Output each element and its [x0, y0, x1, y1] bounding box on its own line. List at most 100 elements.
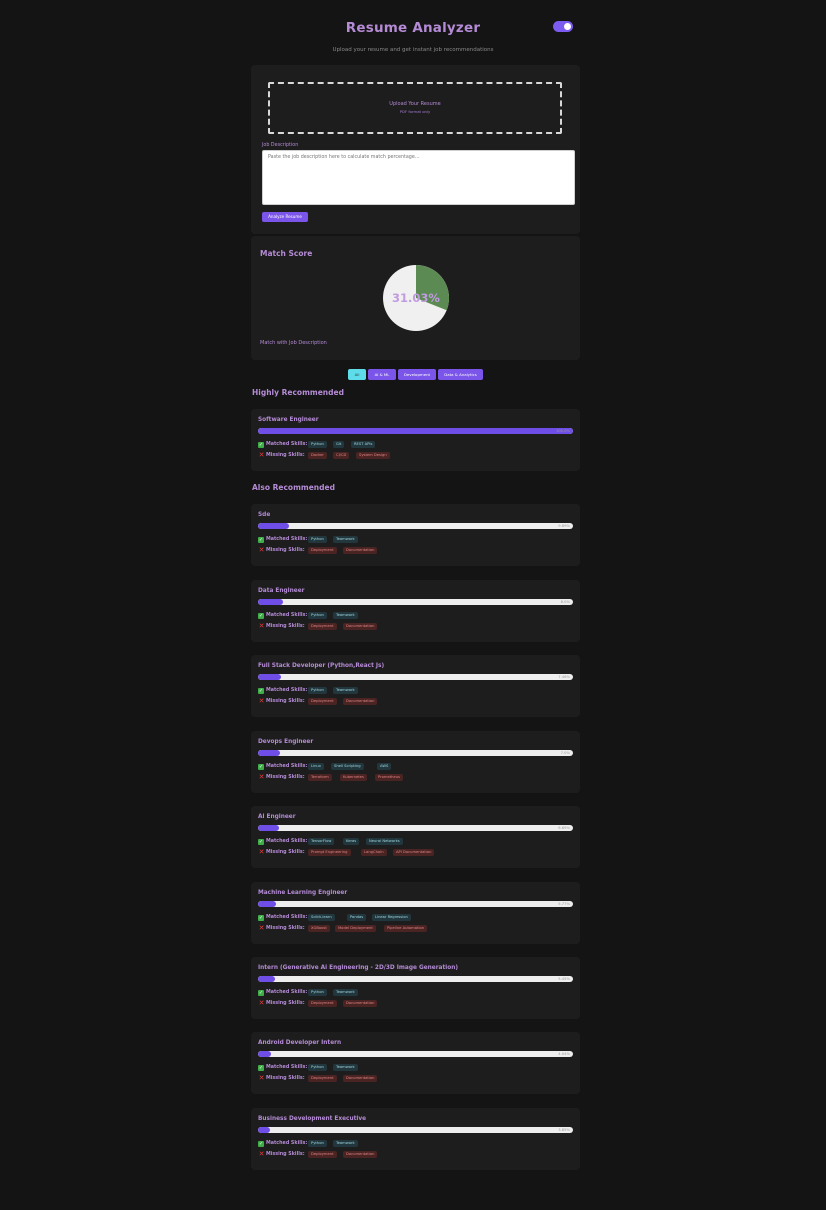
- skill-tag: Documentation: [343, 623, 378, 630]
- check-icon: ✓: [258, 990, 264, 996]
- match-progress-bar: 7.46%: [258, 674, 573, 680]
- check-icon: ✓: [258, 1141, 264, 1147]
- skill-tag: Python: [308, 536, 327, 543]
- app-title: Resume Analyzer: [345, 20, 481, 36]
- filter-development-button[interactable]: Development: [398, 369, 436, 380]
- app-subtitle: Upload your resume and get instant job r…: [332, 47, 494, 53]
- theme-toggle[interactable]: [553, 21, 573, 32]
- cross-icon: ✕: [258, 451, 265, 459]
- cross-icon: ✕: [258, 1074, 265, 1082]
- skill-tag: CI/CD: [333, 452, 350, 459]
- job-card: Machine Learning Engineer 5.77% ✓ Matched S…: [251, 882, 580, 944]
- filter-ai-ml-button[interactable]: AI & ML: [368, 369, 396, 380]
- skill-tag: Kubernetes: [340, 774, 367, 781]
- also-recommended-heading: Also Recommended: [252, 483, 335, 492]
- skill-tag: Documentation: [343, 1000, 378, 1007]
- cross-icon: ✕: [258, 697, 265, 705]
- job-title: Sde: [258, 512, 271, 518]
- match-score-title: Match Score: [260, 249, 313, 258]
- job-card: Data Engineer 8.0% ✓ Matched Skills: Python T…: [251, 580, 580, 642]
- match-progress-fill: [258, 825, 280, 831]
- check-icon: ✓: [258, 537, 264, 543]
- skill-tag: Python: [308, 1064, 327, 1071]
- job-title: Business Development Executive: [258, 1116, 367, 1122]
- skill-tag: Pandas: [347, 914, 367, 921]
- check-icon: ✓: [258, 613, 264, 619]
- matched-skills-label: Matched Skills:: [266, 537, 308, 542]
- cross-icon: ✕: [258, 773, 265, 781]
- match-progress-fill: [258, 674, 282, 680]
- job-description-label: Job Description: [262, 143, 299, 148]
- match-progress-fill: [258, 428, 573, 434]
- match-progress-fill: [258, 750, 281, 756]
- match-progress-bar: 3.85%: [258, 1127, 573, 1133]
- skill-tag: Documentation: [343, 1075, 378, 1082]
- skill-tag: Terraform: [308, 774, 332, 781]
- analyze-resume-button[interactable]: Analyze Resume: [262, 212, 308, 222]
- job-title: Data Engineer: [258, 588, 305, 594]
- skill-tag: Git: [333, 441, 345, 448]
- skill-tag: Deployment: [308, 698, 337, 705]
- cross-icon: ✕: [258, 999, 265, 1007]
- missing-skills-label: Missing Skills:: [266, 624, 305, 629]
- match-score-caption: Match with Job Description: [260, 340, 327, 346]
- job-card: Ai Engineer 6.69% ✓ Matched Skills: TensorFl…: [251, 806, 580, 868]
- cross-icon: ✕: [258, 924, 265, 932]
- match-score-card: Match Score 31.03% Match with Job Descri…: [251, 236, 580, 360]
- job-card: Intern (Generative Ai Engineering - 2D/3…: [251, 957, 580, 1019]
- skill-tag: Teamwork: [333, 989, 358, 996]
- skill-tag: Deployment: [308, 623, 337, 630]
- check-icon: ✓: [258, 915, 264, 921]
- match-progress-bar: 7.0%: [258, 750, 573, 756]
- job-card: Devops Engineer 7.0% ✓ Matched Skills: Linux…: [251, 731, 580, 793]
- match-progress-fill: [258, 1051, 271, 1057]
- skill-tag: Linux: [308, 763, 324, 770]
- skill-tag: Prompt Engineering: [308, 849, 351, 856]
- job-title: Ai Engineer: [258, 814, 296, 820]
- skill-tag: Neural Networks: [366, 838, 403, 845]
- match-score-value: 31.03%: [392, 291, 440, 305]
- skill-tag: Scikit-learn: [308, 914, 335, 921]
- job-title: Machine Learning Engineer: [258, 890, 348, 896]
- missing-skills-label: Missing Skills:: [266, 850, 305, 855]
- match-percent-label: 9.89%: [558, 524, 570, 528]
- matched-skills-label: Matched Skills:: [266, 1141, 308, 1146]
- match-percent-label: 6.69%: [558, 826, 570, 830]
- match-percent-label: 7.46%: [558, 675, 570, 679]
- match-percent-label: 5.45%: [558, 977, 570, 981]
- cross-icon: ✕: [258, 622, 265, 630]
- skill-tag: Python: [308, 612, 327, 619]
- match-percent-label: 4.04%: [558, 1052, 570, 1056]
- skill-tag: Documentation: [343, 547, 378, 554]
- filter-all-button[interactable]: All: [348, 369, 366, 380]
- match-progress-fill: [258, 901, 277, 907]
- skill-tag: Pipeline Automation: [384, 925, 428, 932]
- match-progress-fill: [258, 976, 276, 982]
- skill-tag: Keras: [343, 838, 360, 845]
- match-percent-label: 5.77%: [558, 902, 570, 906]
- skill-tag: Deployment: [308, 547, 337, 554]
- skill-tag: Deployment: [308, 1075, 337, 1082]
- skill-tag: REST APIs: [351, 441, 376, 448]
- match-progress-bar: 8.0%: [258, 599, 573, 605]
- skill-tag: Linear Regression: [372, 914, 411, 921]
- missing-skills-label: Missing Skills:: [266, 1152, 305, 1157]
- job-card: Full Stack Developer (Python,React Js) 7.…: [251, 655, 580, 717]
- filter-data-analytics-button[interactable]: Data & Analytics: [438, 369, 483, 380]
- dropzone-subtitle: PDF format only: [399, 109, 431, 114]
- skill-tag: Shell Scripting: [331, 763, 364, 770]
- job-description-input[interactable]: [262, 150, 575, 205]
- skill-tag: Model Deployment: [335, 925, 376, 932]
- highly-recommended-heading: Highly Recommended: [252, 388, 344, 397]
- app-root: Resume Analyzer Upload your resume and g…: [0, 0, 826, 1210]
- skill-tag: AWS: [377, 763, 392, 770]
- job-card: Sde 9.89% ✓ Matched Skills: Python Teamwork ✕ M…: [251, 504, 580, 566]
- match-percent-label: 3.85%: [558, 1128, 570, 1132]
- resume-dropzone[interactable]: Upload Your Resume PDF format only: [268, 82, 562, 134]
- matched-skills-label: Matched Skills:: [266, 915, 308, 920]
- skill-tag: System Design: [356, 452, 390, 459]
- job-card: Software Engineer 100.0% ✓ Matched Skills: P…: [251, 409, 580, 471]
- skill-tag: Teamwork: [333, 1140, 358, 1147]
- skill-tag: Prometheus: [375, 774, 404, 781]
- missing-skills-label: Missing Skills:: [266, 548, 305, 553]
